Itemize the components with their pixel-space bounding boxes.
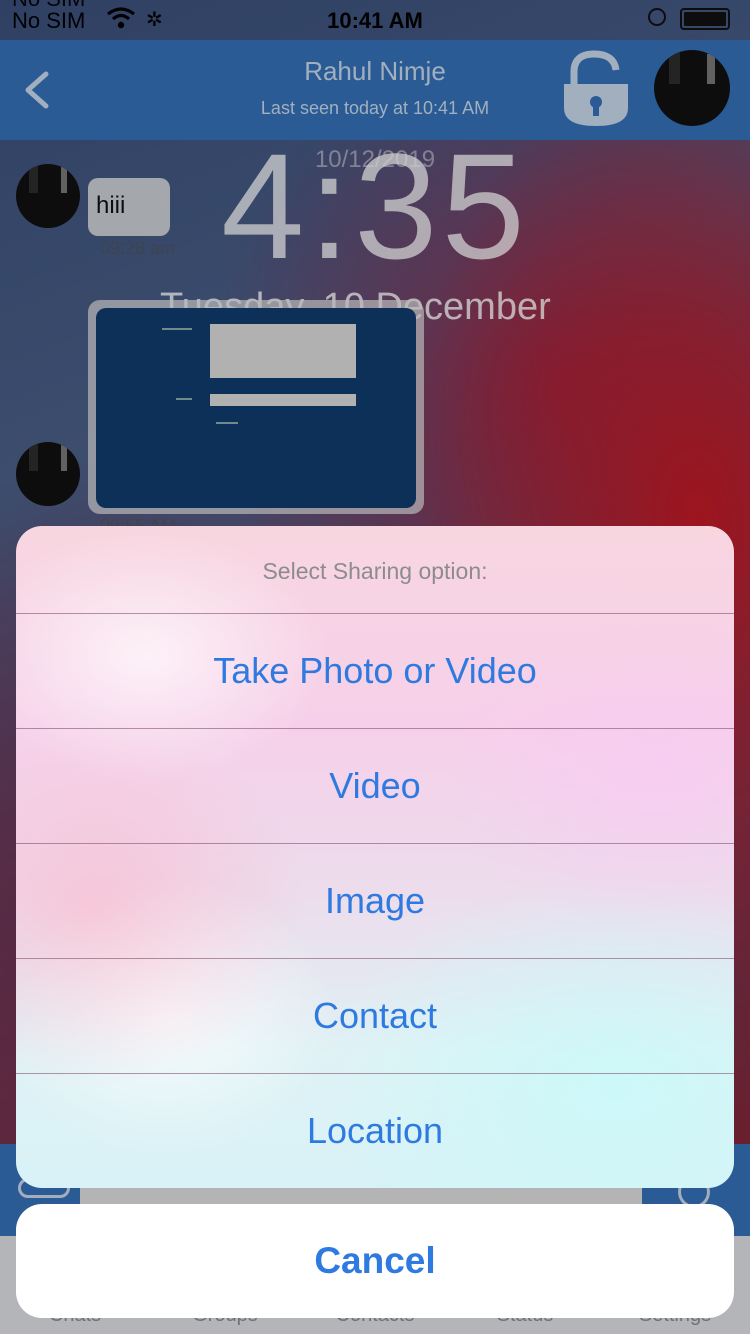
option-location[interactable]: Location bbox=[16, 1073, 734, 1188]
cancel-button[interactable]: Cancel bbox=[16, 1204, 734, 1318]
option-take-photo-or-video[interactable]: Take Photo or Video bbox=[16, 613, 734, 728]
option-image[interactable]: Image bbox=[16, 843, 734, 958]
option-contact[interactable]: Contact bbox=[16, 958, 734, 1073]
sharing-action-sheet: Select Sharing option: Take Photo or Vid… bbox=[16, 526, 734, 1188]
action-sheet-title: Select Sharing option: bbox=[262, 558, 488, 584]
option-video[interactable]: Video bbox=[16, 728, 734, 843]
